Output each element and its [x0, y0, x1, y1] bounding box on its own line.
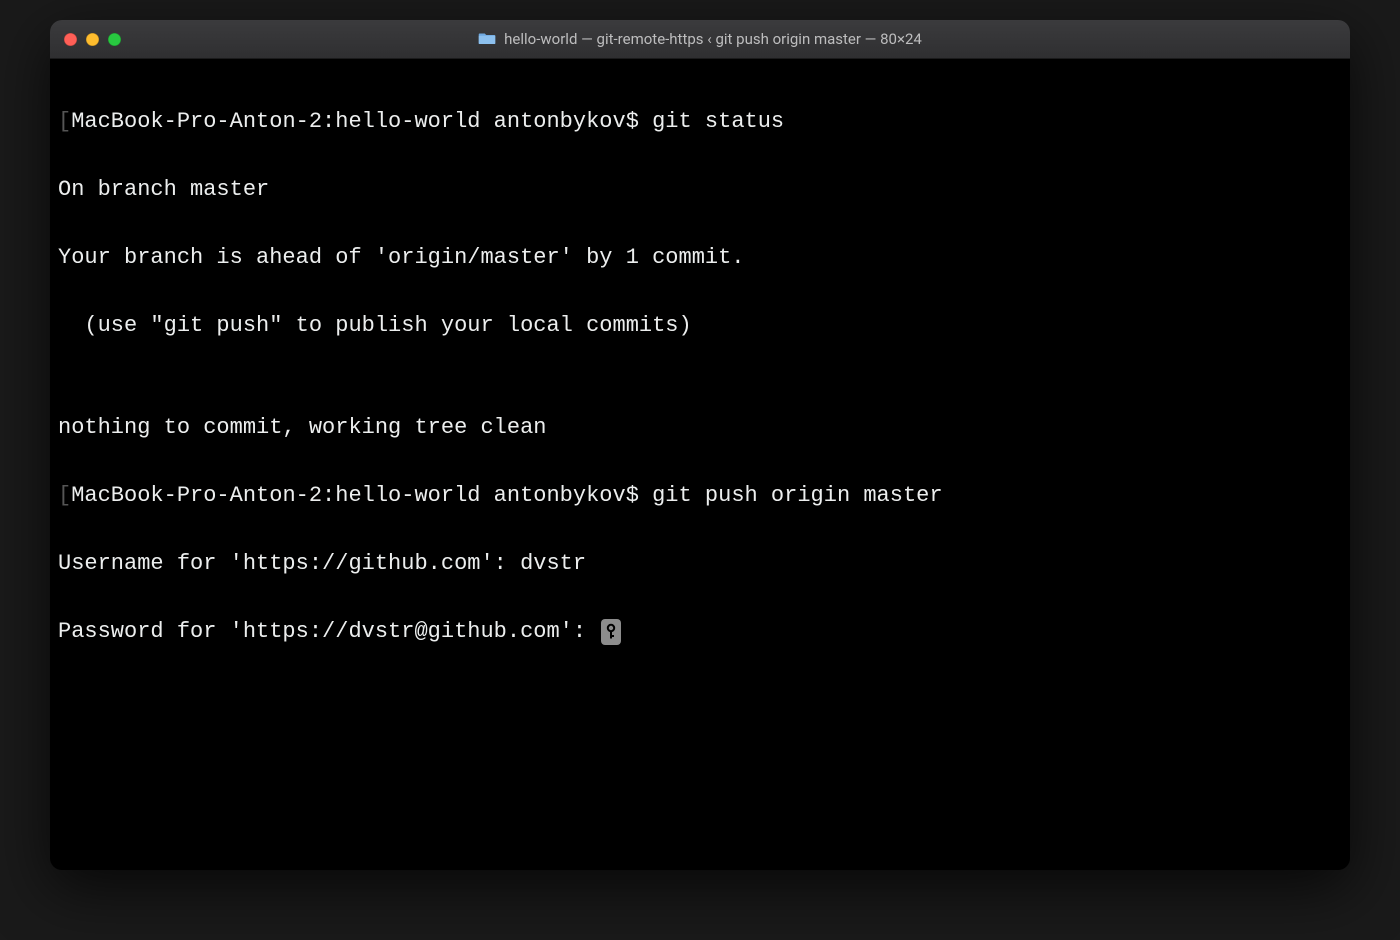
- terminal-line: [MacBook-Pro-Anton-2:hello-world antonby…: [58, 479, 1342, 513]
- terminal-line: nothing to commit, working tree clean: [58, 411, 1342, 445]
- close-button[interactable]: [64, 33, 77, 46]
- shell-prompt: MacBook-Pro-Anton-2:hello-world antonbyk…: [71, 109, 652, 134]
- terminal-line: On branch master: [58, 173, 1342, 207]
- desktop-background: hello-world — git-remote-https ‹ git pus…: [0, 0, 1400, 940]
- terminal-line: (use "git push" to publish your local co…: [58, 309, 1342, 343]
- terminal-line: Your branch is ahead of 'origin/master' …: [58, 241, 1342, 275]
- terminal-body[interactable]: [MacBook-Pro-Anton-2:hello-world antonby…: [50, 59, 1350, 870]
- window-title-group: hello-world — git-remote-https ‹ git pus…: [50, 30, 1350, 49]
- terminal-output: [MacBook-Pro-Anton-2:hello-world antonby…: [58, 71, 1342, 717]
- terminal-line: Username for 'https://github.com': dvstr: [58, 547, 1342, 581]
- shell-command: git push origin master: [652, 483, 942, 508]
- terminal-window: hello-world — git-remote-https ‹ git pus…: [50, 20, 1350, 870]
- shell-prompt: MacBook-Pro-Anton-2:hello-world antonbyk…: [71, 483, 652, 508]
- password-prompt: Password for 'https://dvstr@github.com':: [58, 619, 599, 644]
- window-titlebar[interactable]: hello-world — git-remote-https ‹ git pus…: [50, 20, 1350, 59]
- minimize-button[interactable]: [86, 33, 99, 46]
- key-icon: [601, 619, 621, 645]
- terminal-line: [MacBook-Pro-Anton-2:hello-world antonby…: [58, 105, 1342, 139]
- terminal-line: Password for 'https://dvstr@github.com':: [58, 615, 1342, 649]
- traffic-lights: [64, 33, 121, 46]
- zoom-button[interactable]: [108, 33, 121, 46]
- window-title: hello-world — git-remote-https ‹ git pus…: [504, 30, 922, 48]
- folder-icon: [478, 30, 496, 49]
- shell-command: git status: [652, 109, 784, 134]
